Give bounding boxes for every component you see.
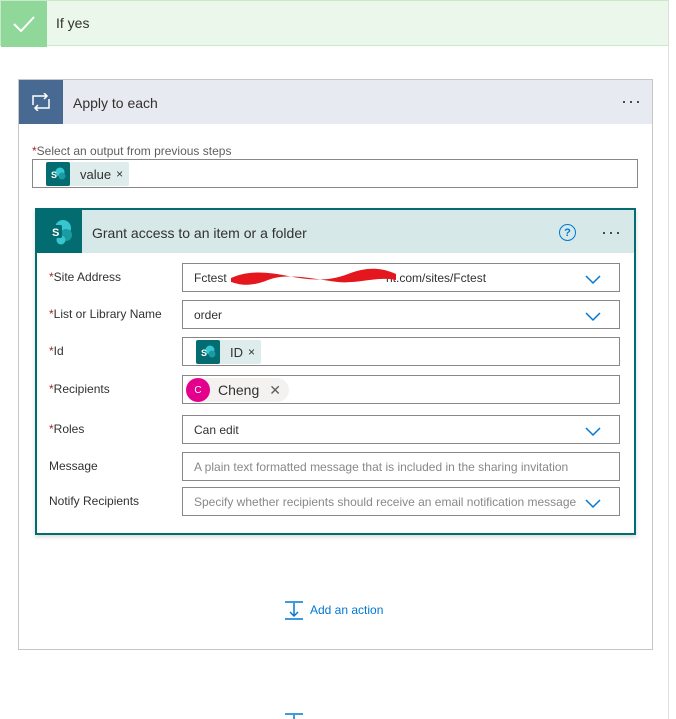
add-an-action-button[interactable]: Add an action (284, 600, 383, 620)
loop-icon (19, 80, 63, 124)
chevron-down-icon[interactable] (585, 310, 601, 322)
id-token-text: ID (230, 344, 243, 360)
insert-step-icon (285, 601, 303, 620)
notify-recipients-field[interactable]: Specify whether recipients should receiv… (182, 487, 620, 516)
id-token[interactable]: S ID × (196, 340, 262, 364)
svg-text:S: S (52, 227, 59, 239)
svg-text:S: S (51, 170, 57, 180)
grant-access-action-card: S Grant access to an item or a folder ? … (35, 208, 636, 535)
message-label: Message (49, 459, 98, 473)
apply-to-each-header[interactable]: Apply to each ··· (19, 80, 652, 124)
site-address-value-prefix: Fctest (194, 271, 227, 285)
remove-recipient-icon[interactable]: ✕ (269, 382, 289, 399)
remove-token-icon[interactable]: × (248, 345, 261, 359)
value-token[interactable]: S value × (46, 162, 130, 186)
recipients-field[interactable]: C Cheng ✕ (182, 375, 620, 404)
value-token-text: value (80, 166, 112, 182)
site-address-label: *Site Address (49, 270, 122, 284)
branch-border-line (668, 0, 669, 719)
grant-access-header[interactable]: S Grant access to an item or a folder ? … (37, 210, 634, 253)
grant-access-title: Grant access to an item or a folder (92, 225, 307, 241)
recipients-label: *Recipients (49, 382, 110, 396)
apply-to-each-card: Apply to each ··· *Select an output from… (18, 79, 653, 650)
id-field[interactable]: S ID × (182, 337, 620, 366)
apply-to-each-title: Apply to each (73, 95, 158, 111)
select-output-label-text: Select an output from previous steps (36, 144, 232, 158)
add-an-action-label: Add an action (310, 603, 384, 617)
help-icon[interactable]: ? (559, 224, 576, 241)
if-yes-label: If yes (56, 15, 90, 31)
more-options-icon[interactable]: ··· (621, 92, 642, 110)
avatar: C (186, 378, 210, 402)
roles-field[interactable]: Can edit (182, 415, 620, 444)
list-name-label: *List or Library Name (49, 307, 162, 321)
insert-step-icon[interactable] (284, 712, 304, 719)
notify-recipients-label: Notify Recipients (49, 494, 140, 508)
message-field[interactable]: A plain text formatted message that is i… (182, 452, 620, 481)
roles-label: *Roles (49, 422, 85, 436)
redaction-mark (231, 268, 396, 285)
select-output-label: *Select an output from previous steps (32, 144, 231, 158)
recipient-token[interactable]: C Cheng ✕ (186, 378, 289, 402)
chevron-down-icon[interactable] (585, 273, 601, 285)
message-placeholder: A plain text formatted message that is i… (194, 460, 569, 474)
roles-value: Can edit (194, 423, 239, 437)
chevron-down-icon[interactable] (585, 497, 601, 509)
if-yes-branch-header: If yes (0, 0, 669, 47)
svg-text:S: S (201, 348, 207, 358)
list-name-field[interactable]: order (182, 300, 620, 329)
select-output-input[interactable]: S value × (32, 159, 638, 188)
more-options-icon[interactable]: ··· (601, 223, 622, 241)
sharepoint-icon: S (46, 162, 70, 186)
sharepoint-icon: S (196, 340, 220, 364)
id-label: *Id (49, 344, 64, 358)
site-address-value-suffix: nt.com/sites/Fctest (386, 271, 487, 285)
checkmark-icon (1, 1, 47, 47)
recipient-name: Cheng (218, 382, 260, 398)
chevron-down-icon[interactable] (585, 425, 601, 437)
remove-token-icon[interactable]: × (116, 167, 129, 181)
notify-recipients-placeholder: Specify whether recipients should receiv… (194, 495, 577, 509)
sharepoint-icon: S (37, 210, 82, 253)
list-name-value: order (194, 308, 223, 322)
